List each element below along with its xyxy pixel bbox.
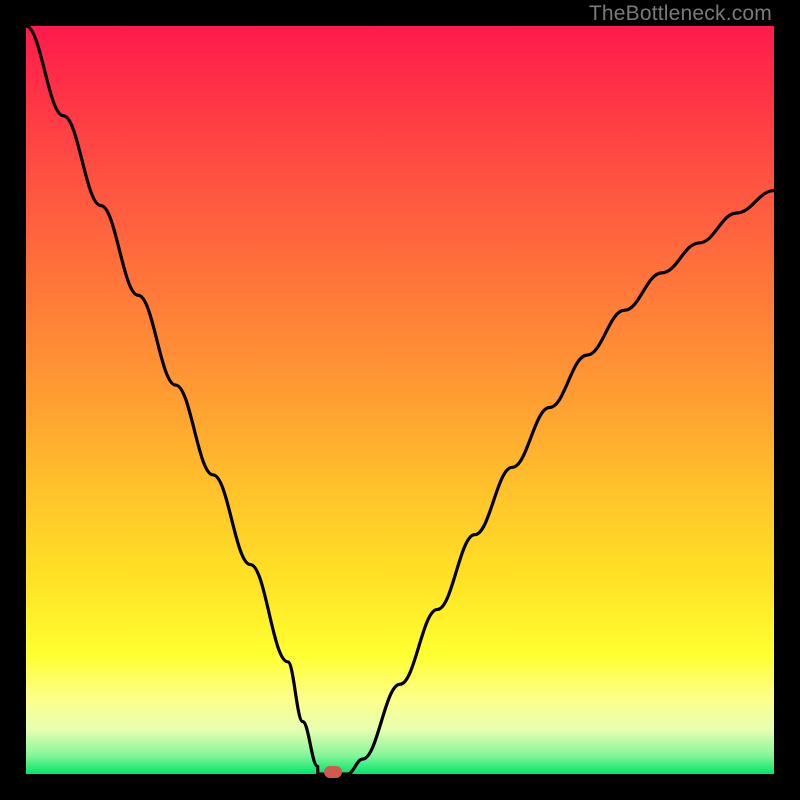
curve-svg — [26, 26, 774, 774]
watermark-text: TheBottleneck.com — [589, 2, 772, 26]
chart-frame: TheBottleneck.com — [0, 0, 800, 800]
plot-area — [26, 26, 774, 774]
optimal-marker — [324, 766, 342, 778]
bottleneck-curve — [26, 26, 774, 774]
